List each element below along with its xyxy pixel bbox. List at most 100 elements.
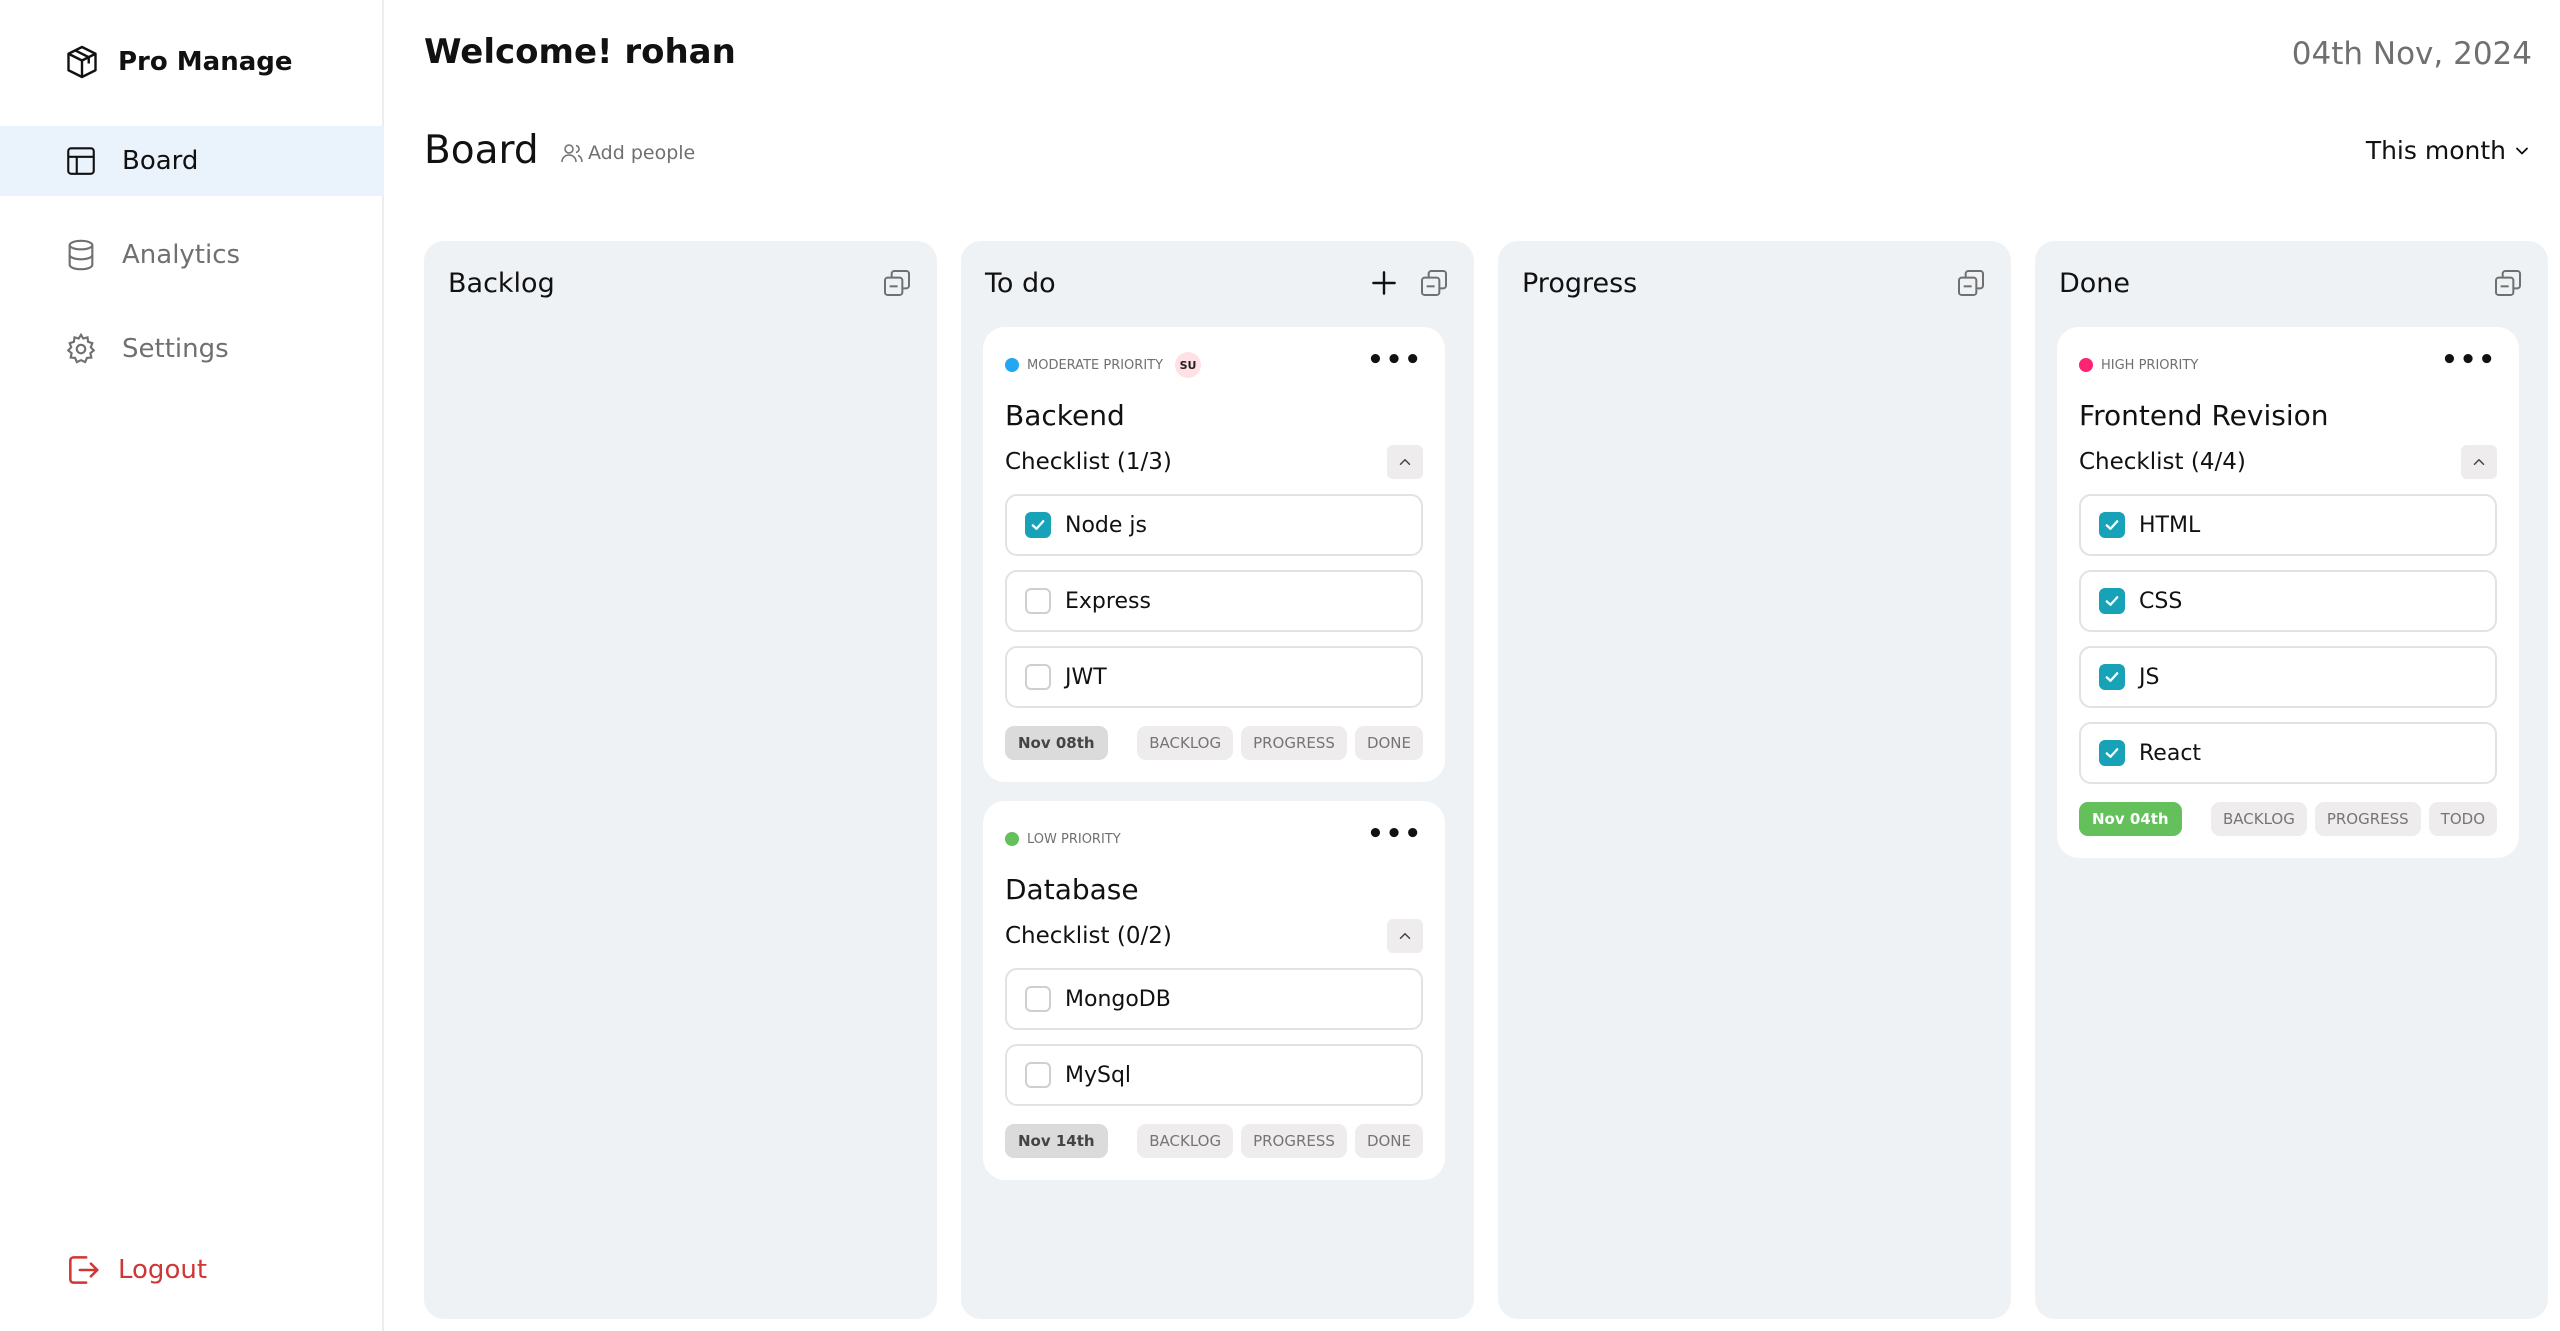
logout-icon xyxy=(69,1256,99,1284)
column-title: Backlog xyxy=(448,267,555,299)
brand-name: Pro Manage xyxy=(118,47,293,77)
database-icon xyxy=(68,239,94,271)
cube-icon xyxy=(67,45,97,79)
column-done: Done HIGH PRIORITY ••• Frontend Revision xyxy=(2035,241,2548,1319)
chevron-up-icon xyxy=(2473,459,2485,465)
card-header: LOW PRIORITY ••• xyxy=(1005,821,1423,853)
card-header: HIGH PRIORITY ••• xyxy=(2079,347,2497,379)
move-backlog-button[interactable]: BACKLOG xyxy=(2210,802,2307,836)
move-progress-button[interactable]: PROGRESS xyxy=(2314,802,2421,836)
priority-badge: MODERATE PRIORITY SU xyxy=(1005,352,1202,378)
add-people-button[interactable]: Add people xyxy=(560,141,695,165)
checklist-count: Checklist (4/4) xyxy=(2079,449,2246,475)
check-icon xyxy=(2105,672,2119,682)
checklist-item: Express xyxy=(1005,570,1423,632)
welcome-message: Welcome! rohan xyxy=(424,32,736,72)
gear-icon xyxy=(66,332,96,364)
checklist-item: MySql xyxy=(1005,1044,1423,1106)
checklist-item: HTML xyxy=(2079,494,2497,556)
checkbox-checked[interactable] xyxy=(2099,588,2125,614)
move-buttons: BACKLOG PROGRESS TODO xyxy=(2210,802,2497,836)
check-icon xyxy=(2105,748,2119,758)
column-todo: To do MODERATE PRIORITY SU ••• Backend C… xyxy=(961,241,1474,1319)
sidebar-item-label: Analytics xyxy=(122,240,241,270)
more-options-icon[interactable]: ••• xyxy=(1367,347,1423,375)
sidebar-item-settings[interactable]: Settings xyxy=(0,314,384,384)
collapse-all-icon[interactable] xyxy=(2492,267,2524,299)
checkbox-checked[interactable] xyxy=(2099,512,2125,538)
sidebar-item-analytics[interactable]: Analytics xyxy=(0,220,384,290)
assignee-avatar: SU xyxy=(1175,352,1202,378)
due-date-badge: Nov 14th xyxy=(1005,1124,1108,1158)
priority-label: HIGH PRIORITY xyxy=(2101,357,2199,373)
column-title: Done xyxy=(2059,267,2131,299)
move-buttons: BACKLOG PROGRESS DONE xyxy=(1137,726,1423,760)
task-card: LOW PRIORITY ••• Database Checklist (0/2… xyxy=(983,801,1445,1180)
move-backlog-button[interactable]: BACKLOG xyxy=(1137,726,1234,760)
layout-icon xyxy=(67,147,95,175)
move-progress-button[interactable]: PROGRESS xyxy=(1241,1124,1347,1158)
column-header: To do xyxy=(985,263,1450,303)
checklist-item-label: Node js xyxy=(1065,512,1147,538)
app-root: Pro Manage Board Analytics Settings Logo… xyxy=(0,0,2560,1331)
move-backlog-button[interactable]: BACKLOG xyxy=(1137,1124,1234,1158)
sidebar-item-label: Settings xyxy=(122,334,229,364)
card-footer: Nov 08th BACKLOG PROGRESS DONE xyxy=(1005,726,1423,760)
checkbox[interactable] xyxy=(1025,588,1051,614)
checklist-item: React xyxy=(2079,722,2497,784)
column-actions xyxy=(881,267,913,299)
priority-label: LOW PRIORITY xyxy=(1027,831,1121,847)
check-icon xyxy=(2105,596,2119,606)
sidebar: Pro Manage Board Analytics Settings Logo… xyxy=(0,0,384,1331)
chevron-down-icon xyxy=(2516,147,2528,154)
more-options-icon[interactable]: ••• xyxy=(1367,821,1423,849)
move-done-button[interactable]: DONE xyxy=(1354,726,1423,760)
add-people-label: Add people xyxy=(588,142,696,164)
checkbox[interactable] xyxy=(1025,986,1051,1012)
checklist-item-label: React xyxy=(2139,740,2202,766)
logout-button[interactable]: Logout xyxy=(64,1248,207,1292)
checklist-item: MongoDB xyxy=(1005,968,1423,1030)
collapse-checklist-button[interactable] xyxy=(2461,445,2497,479)
more-options-icon[interactable]: ••• xyxy=(2441,347,2497,375)
checkbox[interactable] xyxy=(1025,1062,1051,1088)
column-progress: Progress xyxy=(1498,241,2011,1319)
checkbox-checked[interactable] xyxy=(2099,740,2125,766)
card-footer: Nov 14th BACKLOG PROGRESS DONE xyxy=(1005,1124,1423,1158)
collapse-all-icon[interactable] xyxy=(881,267,913,299)
column-header: Done xyxy=(2059,263,2524,303)
date-filter-select[interactable]: This month xyxy=(2366,136,2532,165)
checklist-header: Checklist (4/4) xyxy=(2079,444,2497,480)
move-progress-button[interactable]: PROGRESS xyxy=(1241,726,1347,760)
checkbox-checked[interactable] xyxy=(2099,664,2125,690)
check-icon xyxy=(2105,520,2119,530)
checkbox[interactable] xyxy=(1025,664,1051,690)
due-date-badge: Nov 04th xyxy=(2079,802,2182,836)
priority-dot xyxy=(1005,832,1019,846)
collapse-checklist-button[interactable] xyxy=(1387,919,1423,953)
collapse-checklist-button[interactable] xyxy=(1387,445,1423,479)
plus-icon[interactable] xyxy=(1368,267,1400,299)
priority-label: MODERATE PRIORITY xyxy=(1027,357,1164,373)
collapse-all-icon[interactable] xyxy=(1955,267,1987,299)
checklist-item: Node js xyxy=(1005,494,1423,556)
checklist-item: JS xyxy=(2079,646,2497,708)
page-title: Board xyxy=(424,128,539,173)
add-user-icon xyxy=(561,144,583,163)
column-actions xyxy=(1368,267,1450,299)
move-todo-button[interactable]: TODO xyxy=(2428,802,2497,836)
priority-badge: LOW PRIORITY xyxy=(1005,832,1121,847)
checklist-item: JWT xyxy=(1005,646,1423,708)
chevron-up-icon xyxy=(1399,933,1411,939)
sidebar-item-board[interactable]: Board xyxy=(0,126,384,196)
priority-dot xyxy=(1005,358,1019,372)
priority-dot xyxy=(2079,358,2093,372)
collapse-all-icon[interactable] xyxy=(1418,267,1450,299)
column-actions xyxy=(2492,267,2524,299)
move-done-button[interactable]: DONE xyxy=(1354,1124,1423,1158)
checkbox-checked[interactable] xyxy=(1025,512,1051,538)
move-buttons: BACKLOG PROGRESS DONE xyxy=(1137,1124,1423,1158)
filter-label: This month xyxy=(2365,136,2506,165)
checklist-item-label: JWT xyxy=(1065,664,1107,690)
brand: Pro Manage xyxy=(64,40,293,84)
